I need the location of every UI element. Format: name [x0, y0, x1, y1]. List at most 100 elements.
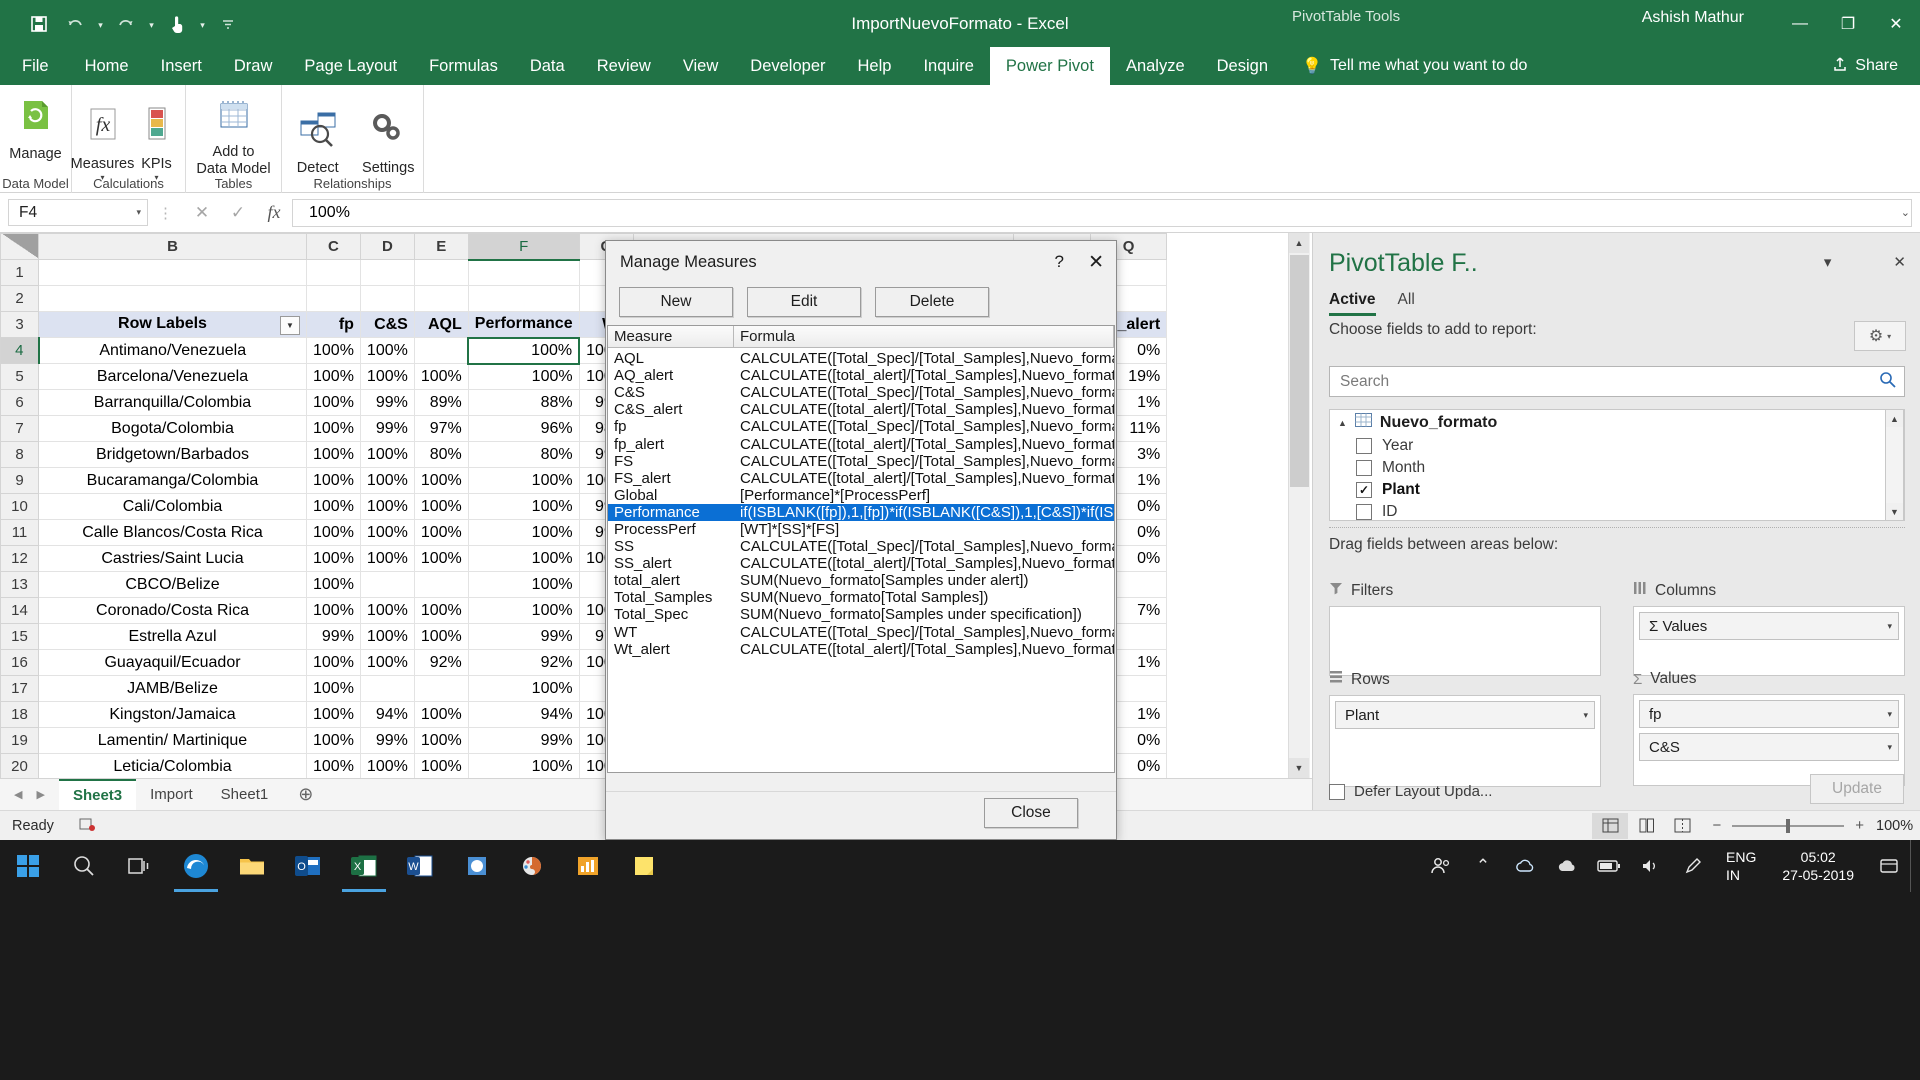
tab-developer[interactable]: Developer — [734, 47, 841, 85]
gear-dropdown-icon[interactable]: ▾ — [1887, 332, 1891, 341]
row-header-3[interactable]: 3 — [0, 311, 39, 338]
battery-icon[interactable] — [1588, 840, 1630, 892]
cell[interactable] — [38, 285, 307, 312]
measures-list[interactable]: Measure Formula AQL CALCULATE([Total_Spec… — [607, 325, 1115, 773]
outlook-icon[interactable]: O — [280, 840, 336, 892]
clock[interactable]: 05:02 27-05-2019 — [1768, 848, 1868, 884]
page-break-view-icon[interactable] — [1664, 813, 1700, 839]
search-circle-icon[interactable] — [56, 840, 112, 892]
header-aql[interactable]: AQL — [413, 311, 469, 338]
list-item[interactable]: ProcessPerf [WT]*[SS]*[FS] — [608, 521, 1114, 538]
row-header[interactable]: 11 — [0, 519, 39, 546]
tell-me-box[interactable]: 💡 Tell me what you want to do — [1284, 47, 1527, 85]
redo-icon[interactable] — [109, 7, 143, 41]
scroll-down-icon[interactable]: ▼ — [1289, 758, 1309, 778]
field-item-plant[interactable]: ✓ Plant — [1330, 479, 1904, 501]
list-item[interactable]: SS_alert CALCULATE([total_alert]/[Total_S… — [608, 555, 1114, 572]
cell-aql[interactable] — [413, 571, 469, 598]
cell-cs[interactable] — [359, 571, 415, 598]
row-header[interactable]: 6 — [0, 389, 39, 416]
cell-row-label[interactable]: Antimano/Venezuela — [38, 337, 307, 364]
tab-page-layout[interactable]: Page Layout — [288, 47, 413, 85]
tab-analyze[interactable]: Analyze — [1110, 47, 1201, 85]
tab-help[interactable]: Help — [842, 47, 908, 85]
cell-row-label[interactable]: JAMB/Belize — [38, 675, 307, 702]
insert-function-fx-icon[interactable]: fx — [256, 199, 292, 227]
field-list-box[interactable]: ▲ Nuevo_formato Year Month ✓ Plant ID — [1329, 409, 1905, 521]
pivot-tools-gear-button[interactable]: ⚙ ▾ — [1854, 321, 1906, 351]
kpis-button[interactable]: KPIs ▾ — [131, 97, 183, 182]
row-header[interactable]: 15 — [0, 623, 39, 650]
cell-fp[interactable]: 100% — [306, 545, 361, 572]
row-header[interactable]: 4 — [0, 337, 40, 364]
list-item[interactable]: Total_Samples SUM(Nuevo_formato[Total Sam… — [608, 589, 1114, 606]
checkbox[interactable] — [1356, 504, 1372, 520]
pill-fp[interactable]: fp ▾ — [1639, 700, 1899, 728]
cell-row-label[interactable]: Cali/Colombia — [38, 493, 307, 520]
cell-fp[interactable]: 100% — [306, 701, 361, 728]
detect-button[interactable]: Detect — [282, 101, 354, 177]
minimize-button[interactable]: — — [1776, 0, 1824, 47]
cell-row-label[interactable]: Guayaquil/Ecuador — [38, 649, 307, 676]
cell-cs[interactable]: 100% — [359, 467, 415, 494]
col-header-c[interactable]: C — [306, 233, 361, 260]
expand-formula-bar-icon[interactable]: ⌄ — [1901, 206, 1910, 219]
pill-plant[interactable]: Plant ▾ — [1335, 701, 1595, 729]
row-header[interactable]: 5 — [0, 363, 39, 390]
columns-dropzone[interactable]: Σ Values ▾ — [1633, 606, 1905, 676]
cell-performance[interactable]: 99% — [467, 727, 580, 754]
cell-row-label[interactable]: Barranquilla/Colombia — [38, 389, 307, 416]
excel-icon[interactable]: X — [336, 840, 392, 892]
cloud-icon[interactable] — [1546, 840, 1588, 892]
cell-row-label[interactable]: Bridgetown/Barbados — [38, 441, 307, 468]
zoom-level-label[interactable]: 100% — [1876, 818, 1920, 834]
cell-aql[interactable]: 97% — [413, 415, 469, 442]
task-view-icon[interactable] — [112, 840, 168, 892]
pill-dropdown-icon[interactable]: ▾ — [1583, 710, 1588, 721]
cell-fp[interactable]: 100% — [306, 389, 361, 416]
list-item[interactable]: total_alert SUM(Nuevo_formato[Samples und… — [608, 572, 1114, 589]
vertical-scroll-thumb[interactable] — [1290, 255, 1309, 487]
defer-layout-update-row[interactable]: Defer Layout Upda... — [1329, 783, 1492, 800]
sheet-tab-sheet1[interactable]: Sheet1 — [207, 779, 283, 810]
list-item[interactable]: C&S CALCULATE([Total_Spec]/[Total_Samples… — [608, 384, 1114, 401]
cell-cs[interactable]: 94% — [359, 701, 415, 728]
formula-input[interactable]: 100% — [292, 198, 1912, 227]
list-item[interactable]: AQ_alert CALCULATE([total_alert]/[Total_S… — [608, 367, 1114, 384]
add-to-data-model-button[interactable]: Add to Data Model — [186, 85, 281, 178]
checkbox[interactable] — [1329, 783, 1345, 800]
name-box[interactable]: F4 ▾ — [8, 199, 148, 226]
cell-cs[interactable]: 100% — [359, 597, 415, 624]
expand-triangle-icon[interactable]: ▲ — [1338, 418, 1347, 428]
paint-icon[interactable] — [504, 840, 560, 892]
cell-cs[interactable]: 100% — [359, 493, 415, 520]
cell[interactable] — [467, 285, 580, 312]
scroll-down-icon[interactable]: ▼ — [1886, 503, 1903, 520]
pill-dropdown-icon[interactable]: ▾ — [1887, 621, 1892, 632]
checkbox[interactable] — [1356, 460, 1372, 476]
row-header[interactable]: 18 — [0, 701, 39, 728]
chart-app-icon[interactable] — [560, 840, 616, 892]
touch-mode-dropdown-icon[interactable]: ▾ — [196, 7, 209, 41]
filter-dropdown-icon[interactable]: ▼ — [280, 315, 300, 335]
row-header[interactable]: 13 — [0, 571, 39, 598]
cell[interactable] — [413, 259, 469, 286]
cell-fp[interactable]: 100% — [306, 363, 361, 390]
delete-measure-button[interactable]: Delete — [875, 287, 989, 317]
close-icon[interactable]: ✕ — [1088, 251, 1104, 274]
cell-cs[interactable]: 99% — [359, 389, 415, 416]
touch-mode-icon[interactable] — [160, 7, 194, 41]
zoom-slider[interactable] — [1732, 818, 1845, 833]
sheet-tab-import[interactable]: Import — [136, 779, 207, 810]
cell-performance[interactable]: 80% — [467, 441, 580, 468]
cell-fp[interactable]: 100% — [306, 519, 361, 546]
cell-row-label[interactable]: Estrella Azul — [38, 623, 307, 650]
cell-performance[interactable]: 100% — [467, 363, 580, 390]
row-header[interactable]: 9 — [0, 467, 39, 494]
restore-button[interactable]: ❐ — [1824, 0, 1872, 47]
cell-row-label[interactable]: Castries/Saint Lucia — [38, 545, 307, 572]
row-labels-header[interactable]: Row Labels ▼ — [38, 311, 307, 338]
cell-fp[interactable]: 100% — [306, 597, 361, 624]
cell-row-label[interactable]: Bogota/Colombia — [38, 415, 307, 442]
cell-row-label[interactable]: Barcelona/Venezuela — [38, 363, 307, 390]
